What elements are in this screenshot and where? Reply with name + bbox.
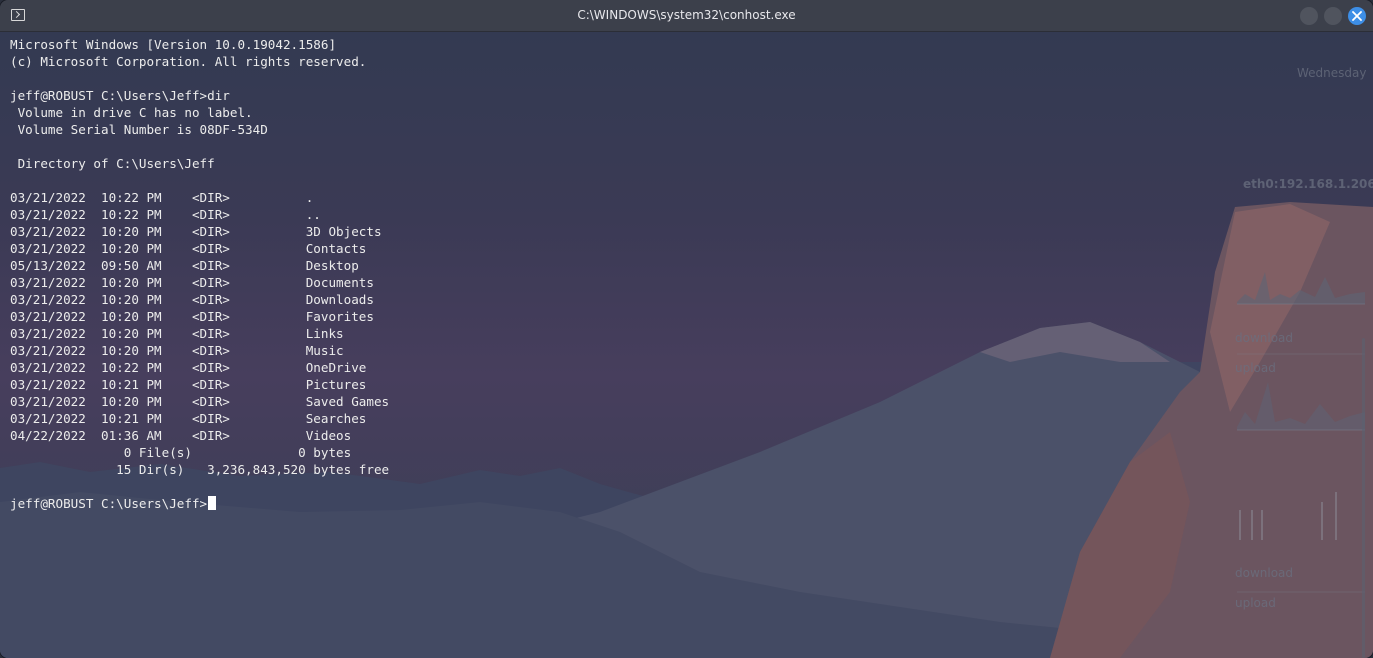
console-line: Volume Serial Number is 08DF-534D [10, 122, 268, 137]
widget-upload-label: upload [1235, 361, 1276, 375]
scrollbar[interactable] [1362, 338, 1365, 658]
widget-download-label: download [1235, 331, 1294, 345]
console-line: jeff@ROBUST C:\Users\Jeff>dir [10, 88, 230, 103]
widget-day: Wednesday [1297, 66, 1367, 80]
console-window: C:\WINDOWS\system32\conhost.exe Wednesda… [0, 0, 1373, 658]
console-line: 0 File(s) 0 bytes [10, 445, 352, 460]
console-line: 03/21/2022 10:20 PM <DIR> 3D Objects [10, 224, 382, 239]
console-line: 15 Dir(s) 3,236,843,520 bytes free [10, 462, 390, 477]
console-line: Microsoft Windows [Version 10.0.19042.15… [10, 37, 337, 52]
widget-upload-label-2: upload [1235, 596, 1276, 610]
console-text: Microsoft Windows [Version 10.0.19042.15… [10, 37, 389, 477]
console-line: 03/21/2022 10:20 PM <DIR> Documents [10, 275, 374, 290]
console-line: 05/13/2022 09:50 AM <DIR> Desktop [10, 258, 359, 273]
console-line: 03/21/2022 10:21 PM <DIR> Pictures [10, 377, 367, 392]
console-line: 03/21/2022 10:22 PM <DIR> .. [10, 207, 321, 222]
console-line: 03/21/2022 10:20 PM <DIR> Downloads [10, 292, 374, 307]
console-line: 04/22/2022 01:36 AM <DIR> Videos [10, 428, 352, 443]
console-line: 03/21/2022 10:20 PM <DIR> Contacts [10, 241, 367, 256]
widget-download-label-2: download [1235, 566, 1294, 580]
console-line: Volume in drive C has no label. [10, 105, 253, 120]
console-area[interactable]: Wednesday eth0:192.168.1.206 download up… [0, 32, 1373, 658]
close-button[interactable] [1348, 7, 1366, 25]
title-bar[interactable]: C:\WINDOWS\system32\conhost.exe [0, 0, 1373, 32]
console-line: 03/21/2022 10:22 PM <DIR> OneDrive [10, 360, 367, 375]
console-line: 03/21/2022 10:20 PM <DIR> Favorites [10, 309, 374, 324]
close-icon [1352, 11, 1362, 21]
console-line: (c) Microsoft Corporation. All rights re… [10, 54, 367, 69]
console-line: 03/21/2022 10:22 PM <DIR> . [10, 190, 314, 205]
text-cursor [208, 496, 217, 510]
console-line: 03/21/2022 10:20 PM <DIR> Saved Games [10, 394, 390, 409]
console-line: 03/21/2022 10:20 PM <DIR> Music [10, 343, 344, 358]
console-line: 03/21/2022 10:21 PM <DIR> Searches [10, 411, 367, 426]
command-prompt: jeff@ROBUST C:\Users\Jeff> [10, 496, 208, 511]
minimize-button[interactable] [1300, 7, 1318, 25]
console-line: Directory of C:\Users\Jeff [10, 156, 215, 171]
window-title: C:\WINDOWS\system32\conhost.exe [577, 8, 796, 22]
widget-network-label: eth0:192.168.1.206 [1243, 177, 1373, 191]
console-line: 03/21/2022 10:20 PM <DIR> Links [10, 326, 344, 341]
console-output[interactable]: Microsoft Windows [Version 10.0.19042.15… [10, 36, 389, 512]
maximize-button[interactable] [1324, 7, 1342, 25]
